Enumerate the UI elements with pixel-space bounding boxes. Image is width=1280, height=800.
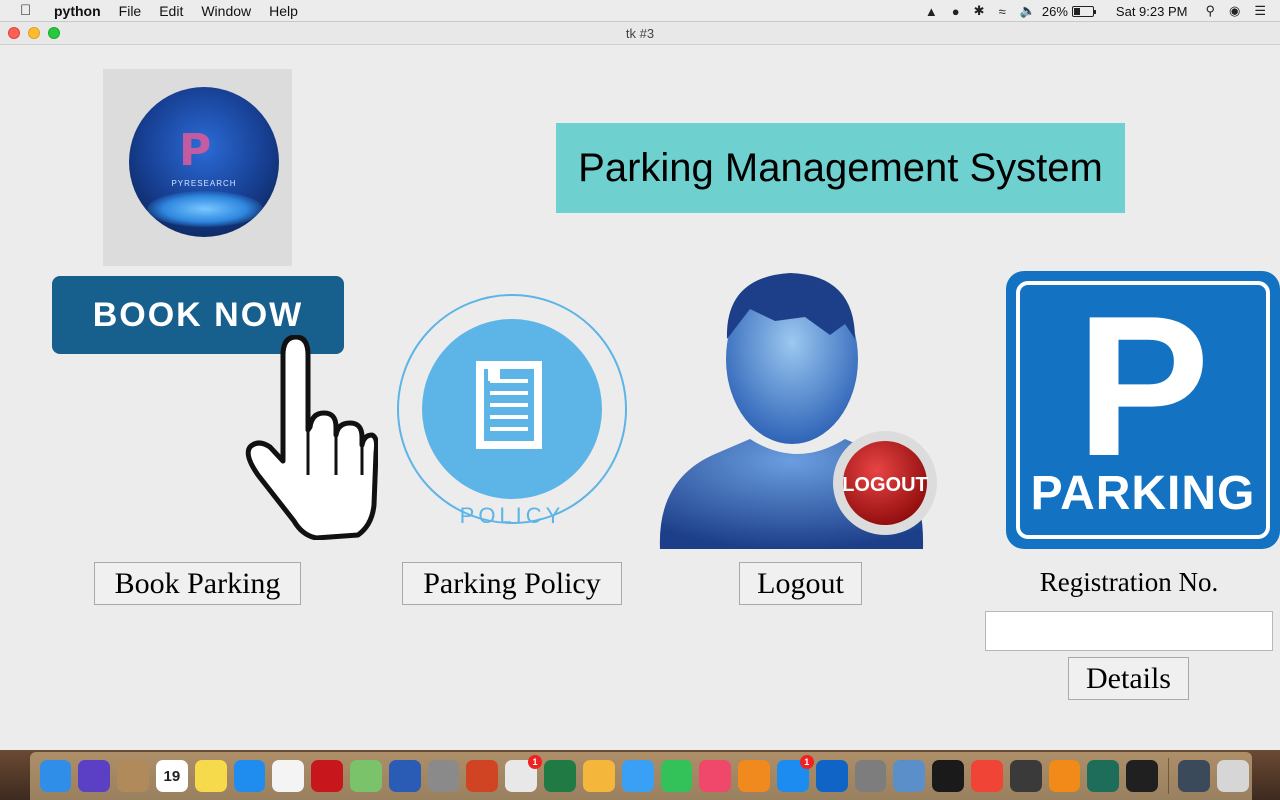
- pyresearch-logo: P PYRESEARCH: [129, 87, 279, 237]
- anydesk-icon[interactable]: [971, 760, 1003, 792]
- powerpoint-icon[interactable]: [466, 760, 499, 792]
- music-icon[interactable]: [699, 760, 732, 792]
- menubar-clock[interactable]: Sat 9:23 PM: [1116, 4, 1188, 19]
- details-button[interactable]: Details: [1068, 657, 1189, 700]
- dock: 19 1 1: [30, 752, 1252, 800]
- notes-icon[interactable]: [194, 760, 227, 792]
- close-window-button[interactable]: [8, 27, 20, 39]
- facetime-icon[interactable]: [660, 760, 693, 792]
- exec-icon[interactable]: [1126, 760, 1159, 792]
- book-parking-button[interactable]: Book Parking: [94, 562, 301, 605]
- maps-icon[interactable]: [350, 760, 382, 792]
- chrome-icon[interactable]: 1: [505, 755, 543, 792]
- siri-menubar-icon[interactable]: ◉: [1229, 0, 1240, 22]
- user-logout-icon: LOGOUT: [659, 273, 937, 549]
- system-preferences-icon[interactable]: [854, 760, 887, 792]
- calendar-icon[interactable]: 19: [155, 760, 188, 792]
- sublime-icon[interactable]: [1009, 760, 1042, 792]
- battery-percent: 26%: [1041, 3, 1068, 19]
- menu-file[interactable]: File: [119, 3, 142, 19]
- pointing-hand-icon: [245, 335, 378, 540]
- parking-policy-button[interactable]: Parking Policy: [402, 562, 622, 605]
- policy-document-icon: POLICY: [397, 294, 627, 528]
- logo-brand-text: PYRESEARCH: [171, 179, 237, 188]
- main-content: P PYRESEARCH Parking Management System B…: [0, 45, 1280, 750]
- wifi-icon[interactable]: ≈: [999, 0, 1006, 22]
- trash-icon[interactable]: [1216, 760, 1249, 792]
- messages-icon[interactable]: [621, 760, 654, 792]
- policy-icon-text: POLICY: [460, 503, 565, 528]
- battery-icon[interactable]: [1071, 5, 1096, 17]
- chrome-badge: 1: [528, 755, 543, 769]
- spotlight-search-icon[interactable]: ⚲: [1205, 0, 1215, 22]
- photos-icon[interactable]: [582, 760, 615, 792]
- outlook-icon[interactable]: [815, 760, 848, 792]
- launchpad-icon[interactable]: [427, 760, 460, 792]
- logo-p-mark: P: [179, 125, 211, 176]
- vlc-icon[interactable]: [1048, 760, 1081, 792]
- filmora-icon[interactable]: [1087, 760, 1120, 792]
- terminal-icon[interactable]: [932, 760, 964, 792]
- acrobat-icon[interactable]: [311, 760, 343, 792]
- appstore-badge: 1: [799, 755, 814, 769]
- excel-icon[interactable]: [544, 760, 576, 792]
- parking-sign-text: PARKING: [1030, 467, 1256, 520]
- menu-edit[interactable]: Edit: [159, 3, 183, 19]
- registration-label: Registration No.: [1039, 567, 1219, 597]
- registration-input[interactable]: [985, 611, 1273, 651]
- logo-panel: P PYRESEARCH: [103, 69, 292, 266]
- notification-center-icon[interactable]: ☰: [1254, 0, 1266, 22]
- minimize-window-button[interactable]: [28, 27, 40, 39]
- window-title: tk #3: [625, 25, 655, 41]
- menu-app-name[interactable]: python: [54, 3, 101, 19]
- menubar:  python File Edit Window Help ▲ ● ✱ ≈ 🔈…: [0, 0, 1280, 22]
- volume-icon[interactable]: 🔈: [1020, 0, 1036, 22]
- appstore-icon[interactable]: 1: [776, 755, 814, 792]
- bluetooth-icon[interactable]: ✱: [974, 0, 985, 22]
- creative-cloud-icon[interactable]: ●: [952, 0, 960, 22]
- zoom-window-button[interactable]: [48, 27, 60, 39]
- siri-icon[interactable]: [78, 760, 111, 792]
- logo-hand-graphic: [147, 191, 263, 227]
- parking-sign-letter: P: [1076, 275, 1210, 498]
- app-window: tk #3 P PYRESEARCH Parking Management Sy…: [0, 22, 1280, 750]
- menu-help[interactable]: Help: [269, 3, 298, 19]
- page-title: Parking Management System: [556, 123, 1125, 213]
- menu-window[interactable]: Window: [201, 3, 251, 19]
- word-icon[interactable]: [388, 760, 421, 792]
- books-icon[interactable]: [738, 760, 770, 792]
- parking-sign-icon: P PARKING: [1006, 271, 1280, 549]
- logout-badge-text: LOGOUT: [842, 474, 928, 496]
- dock-separator: [1167, 758, 1169, 794]
- finder-icon[interactable]: [39, 760, 72, 792]
- reminders-icon[interactable]: [272, 760, 305, 792]
- preview-icon[interactable]: [893, 760, 926, 792]
- safari-icon[interactable]: [233, 760, 266, 792]
- vlc-menubar-icon[interactable]: ▲: [925, 0, 938, 22]
- screen-icon[interactable]: [1178, 760, 1210, 792]
- apple-icon[interactable]: : [20, 2, 36, 19]
- window-titlebar[interactable]: tk #3: [0, 22, 1280, 45]
- logout-button[interactable]: Logout: [739, 562, 862, 605]
- contacts-icon[interactable]: [117, 760, 149, 792]
